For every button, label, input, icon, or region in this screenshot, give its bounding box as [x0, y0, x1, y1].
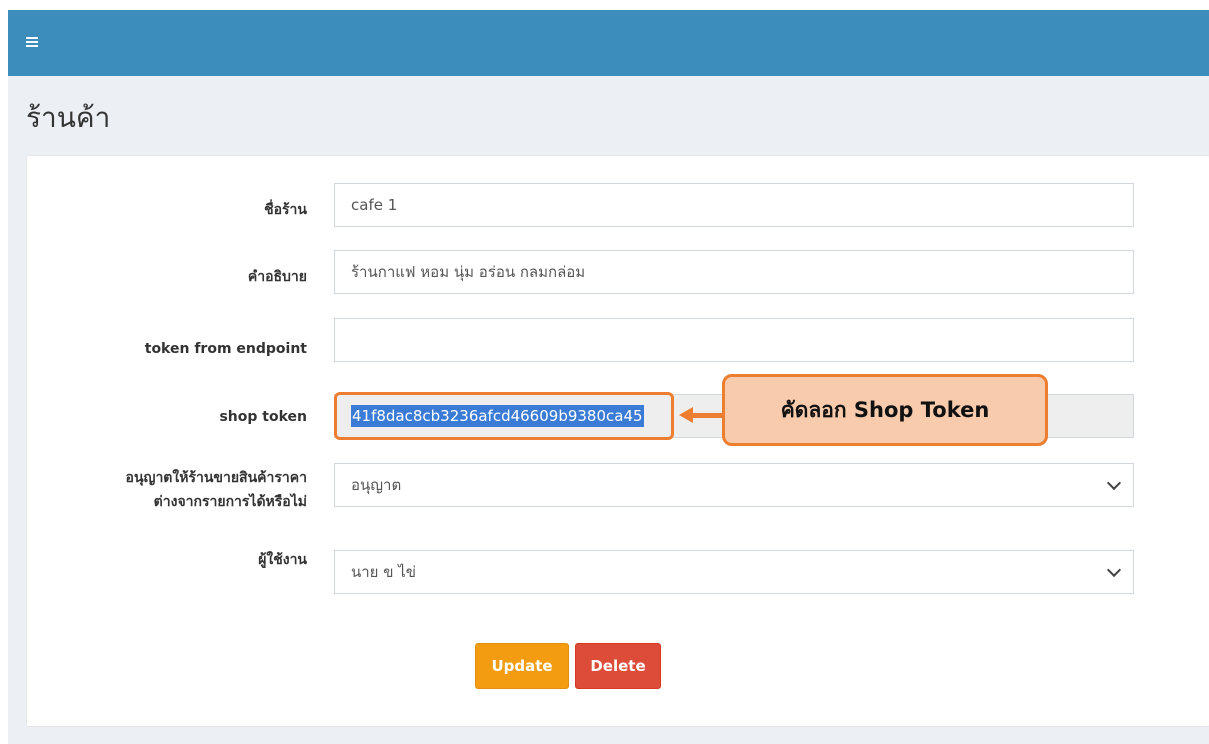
- price-permission-selected: อนุญาต: [351, 476, 402, 494]
- shop-token-highlight: 41f8dac8cb3236afcd46609b9380ca45: [334, 392, 674, 440]
- endpoint-token-input[interactable]: [334, 318, 1134, 362]
- price-permission-select[interactable]: อนุญาต: [334, 463, 1134, 507]
- price-permission-label: อนุญาตให้ร้านขายสินค้าราคา ต่างจากรายการ…: [27, 466, 307, 514]
- shop-name-value: cafe 1: [351, 196, 398, 214]
- user-label: ผู้ใช้งาน: [258, 552, 307, 568]
- shop-token-label: shop token: [219, 409, 307, 425]
- copy-token-callout: คัดลอก Shop Token: [722, 374, 1048, 446]
- hamburger-menu-icon[interactable]: [26, 36, 40, 50]
- description-value: ร้านกาแฟ หอม นุ่ม อร่อน กลมกล่อม: [351, 263, 586, 281]
- chevron-down-icon: [1106, 475, 1122, 491]
- top-navbar: [8, 10, 1209, 76]
- shop-form-box: ชื่อร้าน cafe 1 คำอธิบาย ร้านกาแฟ หอม นุ…: [26, 155, 1209, 727]
- chevron-down-icon: [1106, 562, 1122, 578]
- shop-name-label: ชื่อร้าน: [264, 202, 307, 218]
- price-permission-label-line1: อนุญาตให้ร้านขายสินค้าราคา: [125, 470, 307, 486]
- delete-button[interactable]: Delete: [575, 643, 661, 689]
- price-permission-label-line2: ต่างจากรายการได้หรือไม่: [153, 494, 307, 510]
- update-button[interactable]: Update: [475, 643, 569, 689]
- shop-name-input[interactable]: cafe 1: [334, 183, 1134, 227]
- endpoint-token-label: token from endpoint: [144, 341, 307, 357]
- description-label: คำอธิบาย: [247, 269, 307, 285]
- user-select[interactable]: นาย ข ไข่: [334, 550, 1134, 594]
- annotation-arrow-line: [691, 413, 723, 418]
- description-input[interactable]: ร้านกาแฟ หอม นุ่ม อร่อน กลมกล่อม: [334, 250, 1134, 294]
- page-title: ร้านค้า: [26, 101, 111, 134]
- shop-token-value[interactable]: 41f8dac8cb3236afcd46609b9380ca45: [351, 405, 644, 427]
- content-wrapper: ร้านค้า ชื่อร้าน cafe 1 คำอธิบาย ร้านกาแ…: [8, 10, 1209, 744]
- user-selected: นาย ข ไข่: [351, 563, 417, 581]
